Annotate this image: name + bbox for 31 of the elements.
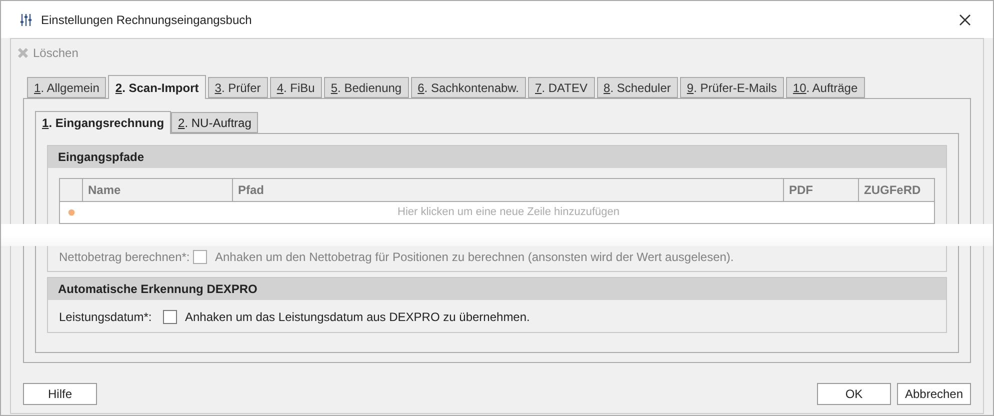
checkbox-label: Anhaken um das Leistungsdatum aus DEXPRO zu übernehmen.: [185, 309, 530, 326]
dialog-button[interactable]: OK: [817, 383, 891, 405]
tab[interactable]: 10. Aufträge: [786, 77, 865, 98]
checkbox[interactable]: [193, 250, 207, 264]
checkbox-label: Anhaken um den Nettobetrag für Positionen zu berechnen (ansonsten wird der Wert ausgelesen).: [215, 249, 734, 266]
tab[interactable]: 1. Allgemein: [27, 77, 106, 98]
group-header: Eingangspfade: [48, 146, 946, 168]
group-header: Automatische Erkennung DEXPRO: [48, 278, 946, 300]
tab[interactable]: 4. FiBu: [270, 77, 322, 98]
tab[interactable]: 5. Bedienung: [324, 77, 409, 98]
column-header[interactable]: PDF: [784, 179, 859, 201]
help-button[interactable]: Hilfe: [23, 383, 97, 405]
tab[interactable]: 6. Sachkontenabw.: [410, 77, 526, 98]
x-icon: [17, 47, 29, 59]
tab[interactable]: 7. DATEV: [528, 77, 594, 98]
close-icon: [959, 14, 971, 26]
window-title: Einstellungen Rechnungseingangsbuch: [41, 12, 252, 28]
column-header[interactable]: ZUGFeRD: [859, 179, 934, 201]
sliders-icon: [19, 12, 33, 26]
tab[interactable]: 9. Prüfer-E-Mails: [680, 77, 784, 98]
tab[interactable]: 2. NU-Auftrag: [171, 112, 258, 133]
column-header[interactable]: Pfad: [233, 179, 784, 201]
tab[interactable]: 8. Scheduler: [596, 77, 678, 98]
column-header[interactable]: Name: [83, 179, 233, 201]
dialog-button[interactable]: Abbrechen: [897, 383, 971, 405]
new-row-icon: [67, 208, 76, 217]
tab[interactable]: 1. Eingangsrechnung: [35, 111, 172, 134]
option-label: Leistungsdatum*:: [59, 309, 153, 326]
tab[interactable]: 3. Prüfer: [208, 77, 268, 98]
tab[interactable]: 2. Scan-Import: [108, 75, 206, 99]
checkbox[interactable]: [163, 310, 177, 324]
